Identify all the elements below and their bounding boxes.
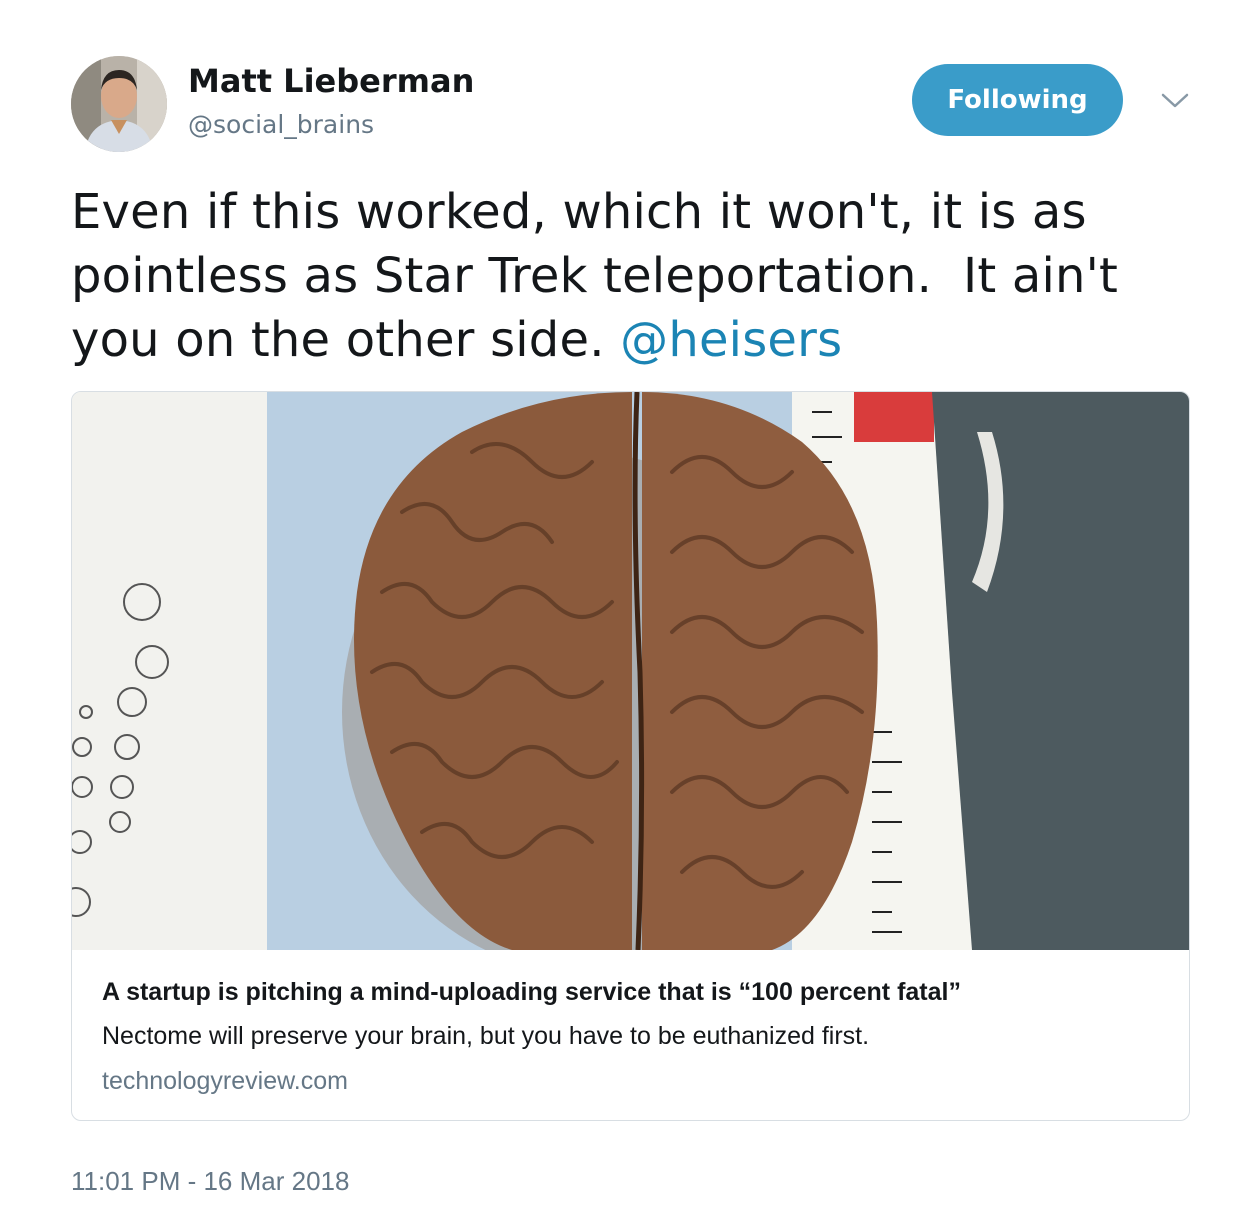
avatar[interactable]	[71, 56, 167, 152]
tweet-text-line: Even if this worked, which it won't, it …	[71, 184, 1087, 240]
author-handle[interactable]: @social_brains	[188, 110, 374, 139]
tweet: Matt Lieberman @social_brains Following …	[0, 0, 1256, 1211]
tweet-text-segment: you on the other side.	[71, 312, 621, 368]
following-button[interactable]: Following	[912, 64, 1123, 136]
timestamp[interactable]: 11:01 PM - 16 Mar 2018	[71, 1166, 349, 1197]
link-card[interactable]: A startup is pitching a mind-uploading s…	[71, 391, 1190, 1121]
card-domain: technologyreview.com	[102, 1067, 348, 1095]
card-image[interactable]	[72, 392, 1189, 950]
card-description: Nectome will preserve your brain, but yo…	[102, 1022, 870, 1050]
chevron-down-icon[interactable]	[1160, 90, 1190, 112]
tweet-text: Even if this worked, which it won't, it …	[71, 180, 1191, 372]
author-name[interactable]: Matt Lieberman	[188, 62, 474, 100]
tweet-text-line: you on the other side. @heisers	[71, 308, 1191, 372]
card-title[interactable]: A startup is pitching a mind-uploading s…	[102, 978, 961, 1007]
tweet-text-line: pointless as Star Trek teleportation. It…	[71, 248, 1119, 304]
profile-photo-icon	[71, 56, 167, 152]
mention-link[interactable]: @heisers	[620, 312, 842, 368]
brain-photo-icon	[72, 392, 1189, 950]
